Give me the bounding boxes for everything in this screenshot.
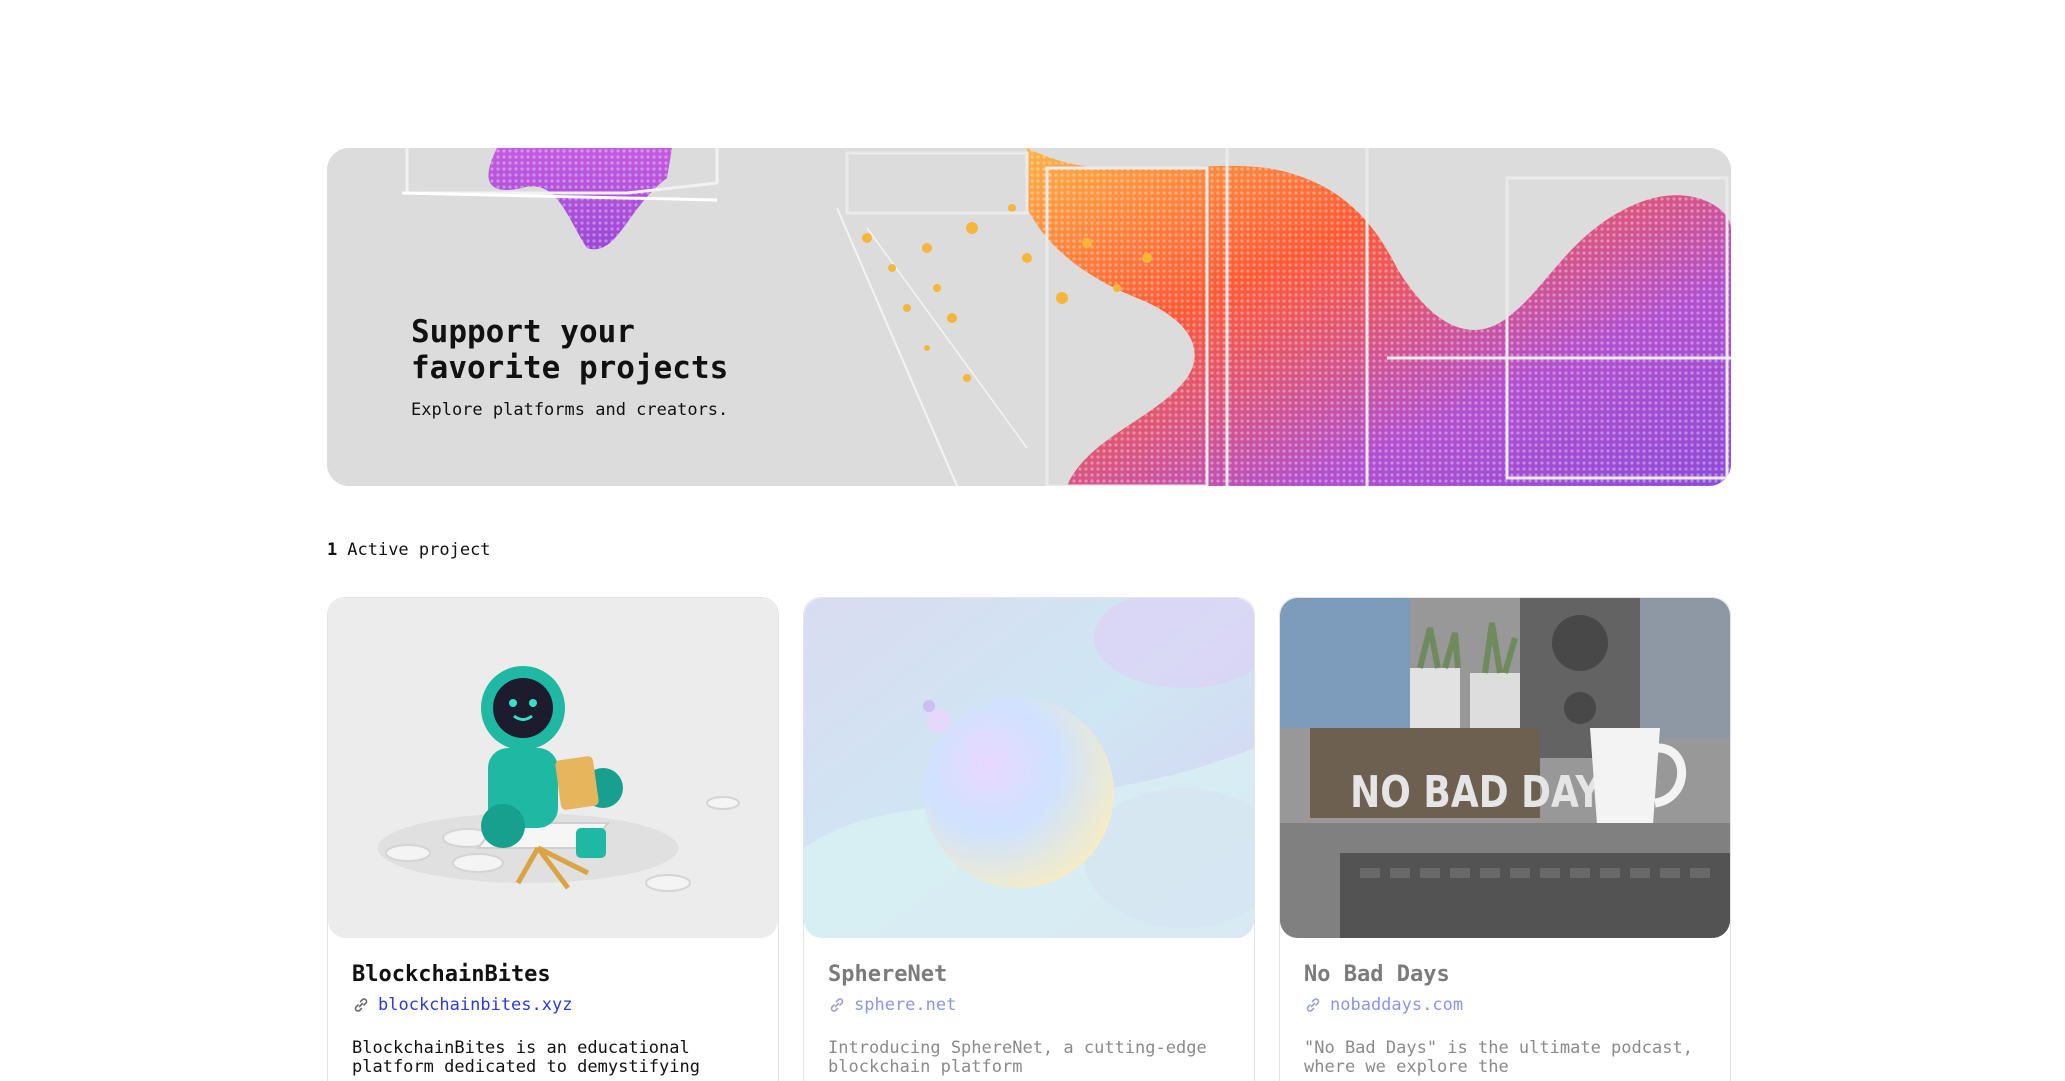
active-count-number: 1 xyxy=(327,540,338,560)
page: Support your favorite projects Explore p… xyxy=(0,0,2065,1081)
link-icon xyxy=(828,996,846,1014)
card-body: No Bad Days nobaddays.com "No Bad Days" … xyxy=(1304,962,1706,1077)
card-link[interactable]: nobaddays.com xyxy=(1304,995,1706,1015)
active-count-label: Active project xyxy=(347,540,491,560)
project-card-blockchainbites[interactable]: BlockchainBites blockchainbites.xyz Bloc… xyxy=(327,597,779,1081)
project-image-sphere xyxy=(804,598,1254,938)
card-description: "No Bad Days" is the ultimate podcast, w… xyxy=(1304,1038,1693,1077)
card-link-text: nobaddays.com xyxy=(1330,995,1464,1015)
card-description: Introducing SphereNet, a cutting-edge bl… xyxy=(828,1038,1207,1077)
card-link[interactable]: blockchainbites.xyz xyxy=(352,995,754,1015)
card-description: BlockchainBites is an educational platfo… xyxy=(352,1038,700,1077)
hero-title: Support your favorite projects xyxy=(411,314,729,386)
link-icon xyxy=(352,996,370,1014)
card-link-text: blockchainbites.xyz xyxy=(378,995,573,1015)
hero-subtitle: Explore platforms and creators. xyxy=(411,400,729,420)
hero-banner: Support your favorite projects Explore p… xyxy=(327,148,1731,486)
project-card-spherenet[interactable]: SphereNet sphere.net Introducing SphereN… xyxy=(803,597,1255,1081)
card-body: SphereNet sphere.net Introducing SphereN… xyxy=(828,962,1230,1077)
card-body: BlockchainBites blockchainbites.xyz Bloc… xyxy=(352,962,754,1077)
card-link[interactable]: sphere.net xyxy=(828,995,1230,1015)
project-image-desk: NO BAD DAYS xyxy=(1280,598,1730,938)
link-icon xyxy=(1304,996,1322,1014)
project-image-robot xyxy=(328,598,778,938)
active-project-count: 1 Active project xyxy=(327,540,491,560)
card-link-text: sphere.net xyxy=(854,995,957,1015)
card-title: SphereNet xyxy=(828,962,948,987)
card-title: No Bad Days xyxy=(1304,962,1450,987)
hero-text: Support your favorite projects Explore p… xyxy=(411,314,811,420)
project-card-no-bad-days[interactable]: NO BAD DAYS No Bad Days nobaddays.com "N… xyxy=(1279,597,1731,1081)
card-title: BlockchainBites xyxy=(352,962,551,987)
